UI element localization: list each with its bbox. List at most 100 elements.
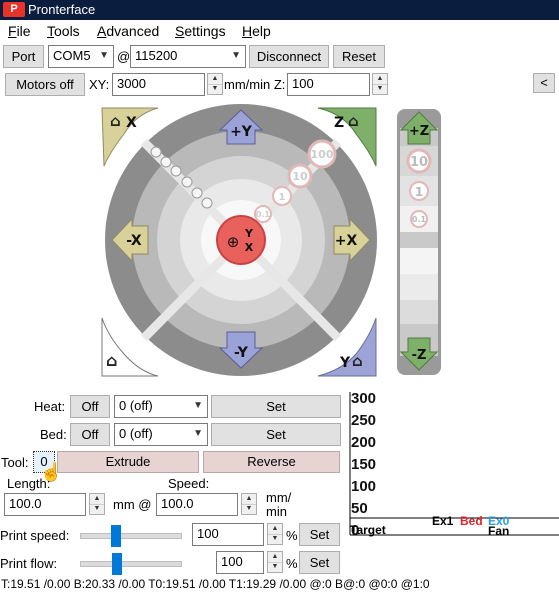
title-bar: P Pronterface <box>0 0 559 20</box>
motors-off-button[interactable]: Motors off <box>5 73 85 96</box>
menu-help[interactable]: Help <box>242 23 271 39</box>
status-line: T:19.51 /0.00 B:20.33 /0.00 T0:19.51 /0.… <box>1 577 430 591</box>
app-logo: P <box>3 2 25 17</box>
xy-feedrate-input[interactable]: 3000 <box>112 73 205 96</box>
xy-feedrate-spinner[interactable]: ▲ ▼ <box>207 73 223 95</box>
graph-y-tick: 200 <box>351 434 376 451</box>
center-home-button[interactable]: ⊕ Y X <box>216 215 266 265</box>
print-speed-slider[interactable] <box>80 525 182 547</box>
bed-set-button[interactable]: Set <box>211 423 341 446</box>
svg-text:1: 1 <box>279 192 286 203</box>
home-z-label: Z <box>334 115 344 131</box>
menu-bar: File Tools Advanced Settings Help <box>0 20 559 42</box>
center-x-label: X <box>245 241 254 254</box>
graph-legend-item: Fan <box>488 524 509 538</box>
baud-select[interactable]: 115200 ▼ <box>130 45 246 68</box>
heat-off-button[interactable]: Off <box>70 395 110 418</box>
collapse-panel-button[interactable]: < <box>533 73 555 93</box>
crosshair-icon: ⊕ <box>227 233 240 251</box>
graph-legend-item: Bed <box>460 514 483 528</box>
bed-temp-value: 0 (off) <box>119 426 153 441</box>
svg-text:10: 10 <box>292 170 308 183</box>
graph-y-tick: 50 <box>351 500 368 517</box>
speed-label: Speed: <box>168 476 210 491</box>
print-flow-slider-thumb[interactable] <box>112 553 122 575</box>
bed-temp-select[interactable]: 0 (off) ▼ <box>114 423 208 446</box>
chevron-down-icon: ▼ <box>99 50 109 61</box>
svg-text:0.1: 0.1 <box>256 210 271 219</box>
extrude-button[interactable]: Extrude <box>57 451 199 473</box>
svg-text:-Y: -Y <box>234 345 249 361</box>
graph-legend-item: Target <box>350 523 386 537</box>
print-speed-set-button[interactable]: Set <box>299 523 340 546</box>
heat-set-button[interactable]: Set <box>211 395 341 418</box>
menu-file[interactable]: File <box>8 23 31 39</box>
port-select[interactable]: COM5 ▼ <box>48 45 114 68</box>
speed-input[interactable]: 100.0 <box>156 493 238 516</box>
menu-advanced[interactable]: Advanced <box>97 23 159 39</box>
z-feedrate-input[interactable]: 100 <box>287 73 370 96</box>
print-speed-spinner[interactable]: ▲ ▼ <box>267 523 283 545</box>
spin-down-icon[interactable]: ▼ <box>268 534 282 544</box>
svg-text:-Z: -Z <box>412 348 427 363</box>
home-x-label: X <box>126 115 137 131</box>
print-flow-percent: % <box>286 556 298 571</box>
print-flow-slider[interactable] <box>80 553 182 575</box>
z-feedrate-spinner[interactable]: ▲ ▼ <box>372 73 388 95</box>
step-1[interactable]: 1 <box>272 186 292 206</box>
z-step-10[interactable]: 10 <box>400 146 438 176</box>
spin-down-icon[interactable]: ▼ <box>268 562 282 572</box>
chevron-down-icon: ▼ <box>193 400 203 411</box>
svg-text:1: 1 <box>415 185 423 199</box>
svg-text:0.1: 0.1 <box>412 215 427 224</box>
heat-temp-select[interactable]: 0 (off) ▼ <box>114 395 208 418</box>
z-step-0-1[interactable]: 0.1 <box>400 206 438 232</box>
at-label: @ <box>117 49 131 64</box>
bed-off-button[interactable]: Off <box>70 423 110 446</box>
print-flow-input[interactable]: 100 <box>216 551 264 574</box>
reset-button[interactable]: Reset <box>333 45 385 68</box>
print-speed-label: Print speed: <box>0 528 70 543</box>
step-0-1[interactable]: 0.1 <box>254 205 272 223</box>
step-100[interactable]: 100 <box>307 139 337 169</box>
z-jog-control[interactable]: 10 1 0.1 +Z -Z <box>396 108 442 376</box>
print-flow-spinner[interactable]: ▲ ▼ <box>267 551 283 573</box>
chevron-down-icon: ▼ <box>231 50 241 61</box>
graph-y-tick: 150 <box>351 456 376 473</box>
graph-y-tick: 300 <box>351 392 376 407</box>
xy-label: XY: <box>89 77 110 92</box>
reverse-button[interactable]: Reverse <box>203 451 340 473</box>
disconnect-button[interactable]: Disconnect <box>249 45 329 68</box>
temperature-graph: 300250200150100500 TargetEx1 Bed Ex0Fan <box>349 392 559 539</box>
chevron-down-icon: ▼ <box>193 428 203 439</box>
menu-tools[interactable]: Tools <box>47 23 80 39</box>
port-value: COM5 <box>53 48 91 63</box>
print-flow-set-button[interactable]: Set <box>299 551 340 574</box>
menu-settings[interactable]: Settings <box>175 23 226 39</box>
z-step-1[interactable]: 1 <box>400 176 438 206</box>
center-y-label: Y <box>244 227 254 240</box>
spin-down-icon[interactable]: ▼ <box>90 504 104 514</box>
xy-jog-control[interactable]: ⌂ X Z ⌂ ⌂ Y ⌂ 100 10 1 0.1 +Y -Y -X +X ⊕… <box>96 104 390 382</box>
spin-down-icon[interactable]: ▼ <box>208 84 222 94</box>
heat-temp-value: 0 (off) <box>119 398 153 413</box>
length-spinner[interactable]: ▲ ▼ <box>89 493 105 515</box>
print-speed-input[interactable]: 100 <box>192 523 264 546</box>
feedrate-units-label: mm/min Z: <box>224 77 286 92</box>
spin-down-icon[interactable]: ▼ <box>373 84 387 94</box>
print-speed-slider-thumb[interactable] <box>111 525 121 547</box>
spin-down-icon[interactable]: ▼ <box>242 504 256 514</box>
speed-spinner[interactable]: ▲ ▼ <box>241 493 257 515</box>
port-button[interactable]: Port <box>3 45 44 68</box>
speed-units-label: mm/ min <box>266 490 292 519</box>
tool-label: Tool: <box>1 455 29 470</box>
svg-text:+X: +X <box>335 233 358 249</box>
print-flow-label: Print flow: <box>0 556 58 571</box>
mm-at-label: mm @ <box>113 497 152 512</box>
step-10[interactable]: 10 <box>287 163 313 189</box>
bed-label: Bed: <box>40 427 67 442</box>
length-input[interactable]: 100.0 <box>4 493 86 516</box>
length-label: Length: <box>7 476 51 491</box>
baud-value: 115200 <box>135 48 178 63</box>
svg-text:10: 10 <box>410 155 428 170</box>
